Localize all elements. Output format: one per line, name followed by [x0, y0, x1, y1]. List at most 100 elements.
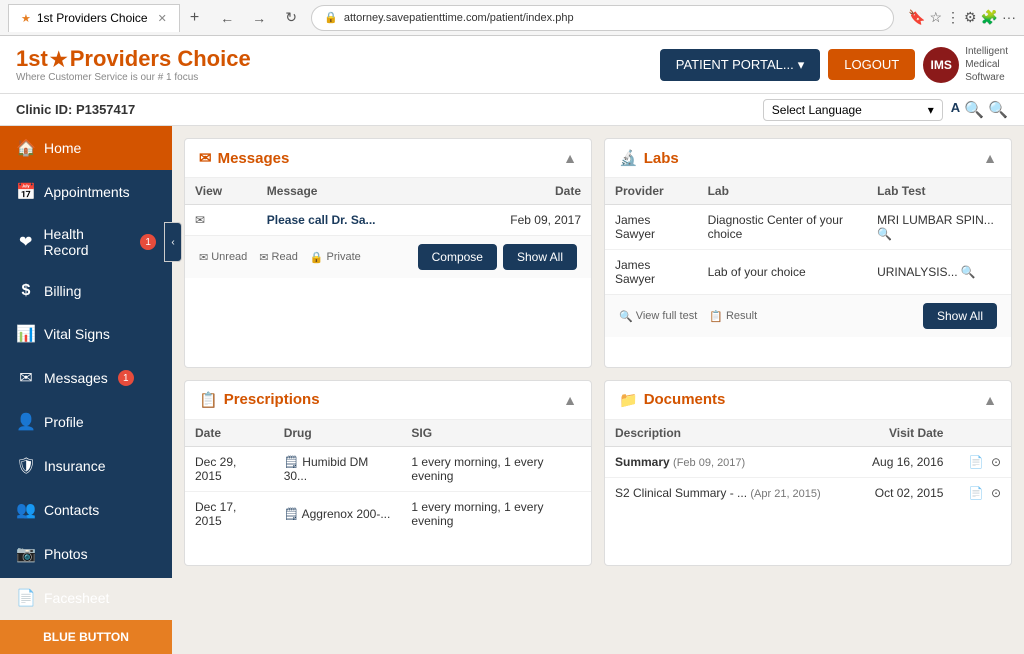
documents-collapse-btn[interactable]: ▲	[983, 392, 997, 408]
table-row: Dec 17, 2015 🗒 Aggrenox 200-... 1 every …	[185, 491, 591, 536]
private-link[interactable]: 🔒 Private	[310, 251, 361, 264]
text-size-icon[interactable]: A	[951, 100, 960, 120]
blue-button-label: BLUE BUTTON	[43, 630, 129, 644]
lab-provider-1: James Sawyer	[605, 205, 698, 250]
clinic-right: Select Language ▾ A 🔍 🔍	[763, 99, 1008, 121]
rx-col-sig: SIG	[401, 420, 591, 447]
documents-card-title: 📁 Documents	[619, 391, 725, 409]
refresh-btn[interactable]: ↻	[277, 4, 305, 32]
prescriptions-card-title: 📋 Prescriptions	[199, 391, 320, 409]
user-icon: 👤	[16, 412, 36, 432]
tab-title: 1st Providers Choice	[37, 11, 148, 25]
more-btn[interactable]: ···	[1002, 9, 1016, 26]
labs-title-icon: 🔬	[619, 149, 638, 167]
main-layout: 🏠 Home 📅 Appointments ❤ Health Record 1 …	[0, 126, 1024, 578]
dropdown-chevron-icon: ▾	[798, 57, 805, 73]
tab-close[interactable]: ✕	[158, 12, 167, 25]
sidebar-item-health-record[interactable]: ❤ Health Record 1 ‹	[0, 214, 172, 270]
address-bar[interactable]: 🔒 attorney.savepatienttime.com/patient/i…	[311, 5, 894, 31]
labs-footer-links: 🔍 View full test 📋 Result	[619, 310, 757, 323]
clinic-id: Clinic ID: P1357417	[16, 102, 135, 117]
rx-drug-2: 🗒 Aggrenox 200-...	[274, 491, 402, 536]
labs-title-text: Labs	[644, 150, 679, 167]
search-icon: 🔍	[619, 310, 633, 323]
sidebar-collapse-btn[interactable]: ‹	[164, 222, 182, 262]
blue-button[interactable]: BLUE BUTTON	[0, 620, 172, 654]
chevron-down-icon: ▾	[928, 103, 934, 117]
sidebar-item-messages[interactable]: ✉ Messages 1	[0, 356, 172, 400]
doc-col-description: Description	[605, 420, 853, 447]
rx-icon: 🗒	[284, 507, 299, 521]
doc-visit-date-1: Aug 16, 2016	[853, 446, 953, 477]
sidebar-item-vital-signs[interactable]: 📊 Vital Signs	[0, 312, 172, 356]
result-link[interactable]: 📋 Result	[709, 310, 757, 323]
search-icon[interactable]: 🔍	[961, 265, 976, 279]
labs-table: Provider Lab Lab Test James Sawyer Diagn…	[605, 178, 1011, 294]
menu-btn[interactable]: ⋮	[946, 9, 960, 26]
eye-icon[interactable]: ⊙	[991, 486, 1001, 500]
table-row: Summary (Feb 09, 2017) Aug 16, 2016 📄 ⊙	[605, 446, 1011, 477]
global-search-icon[interactable]: 🔍	[988, 100, 1008, 120]
search-icons: A 🔍 🔍	[951, 100, 1008, 120]
prescriptions-card-header: 📋 Prescriptions ▲	[185, 381, 591, 420]
health-record-badge: 1	[140, 234, 156, 250]
heart-icon: ❤	[16, 232, 35, 252]
message-date: Feb 09, 2017	[453, 205, 591, 236]
sidebar-item-home[interactable]: 🏠 Home	[0, 126, 172, 170]
envelope-open-icon: ✉	[259, 251, 268, 264]
document-icon[interactable]: 📄	[969, 486, 984, 500]
header-right: PATIENT PORTAL... ▾ LOGOUT IMS Intellige…	[660, 45, 1008, 84]
messages-collapse-btn[interactable]: ▲	[563, 150, 577, 166]
messages-show-all-button[interactable]: Show All	[503, 244, 577, 270]
prescriptions-collapse-btn[interactable]: ▲	[563, 392, 577, 408]
doc-actions-1: 📄 ⊙	[953, 446, 1011, 477]
messages-card-title: ✉ Messages	[199, 149, 289, 167]
document-icon[interactable]: 📄	[969, 455, 984, 469]
logo-name-part: 1st	[16, 46, 48, 72]
search-icon[interactable]: 🔍	[964, 100, 984, 120]
messages-card-footer: ✉ Unread ✉ Read 🔒 Private Compose	[185, 235, 591, 278]
labs-collapse-btn[interactable]: ▲	[983, 150, 997, 166]
language-select[interactable]: Select Language ▾	[763, 99, 943, 121]
lab-lab-2: Lab of your choice	[698, 250, 868, 295]
sidebar-item-photos[interactable]: 📷 Photos	[0, 532, 172, 576]
sidebar: 🏠 Home 📅 Appointments ❤ Health Record 1 …	[0, 126, 172, 578]
dollar-icon: $	[16, 282, 36, 300]
logout-label: LOGOUT	[844, 57, 899, 72]
compose-button[interactable]: Compose	[418, 244, 497, 270]
settings-btn[interactable]: ⚙	[964, 9, 977, 26]
back-btn[interactable]: ←	[213, 4, 241, 32]
sidebar-item-appointments[interactable]: 📅 Appointments	[0, 170, 172, 214]
camera-icon: 📷	[16, 544, 36, 564]
view-full-test-link[interactable]: 🔍 View full test	[619, 310, 697, 323]
message-text[interactable]: Please call Dr. Sa...	[257, 205, 453, 236]
extensions-btn[interactable]: 🧩	[981, 9, 998, 26]
sidebar-item-facesheet[interactable]: 📄 Facesheet	[0, 576, 172, 620]
chart-icon: 📊	[16, 324, 36, 344]
documents-card-header: 📁 Documents ▲	[605, 381, 1011, 420]
unread-link[interactable]: ✉ Unread	[199, 251, 247, 264]
read-link[interactable]: ✉ Read	[259, 251, 298, 264]
browser-tab[interactable]: ★ 1st Providers Choice ✕	[8, 4, 180, 32]
logo: 1st★Providers Choice Where Customer Serv…	[16, 46, 251, 83]
logout-button[interactable]: LOGOUT	[828, 49, 915, 80]
sidebar-item-profile[interactable]: 👤 Profile	[0, 400, 172, 444]
sidebar-item-billing[interactable]: $ Billing	[0, 270, 172, 312]
bookmark-btn[interactable]: 🔖	[908, 9, 925, 26]
rx-icon: 🗒	[284, 455, 299, 469]
sidebar-item-label: Insurance	[44, 458, 105, 474]
rx-date-2: Dec 17, 2015	[185, 491, 274, 536]
lock-icon: 🔒	[310, 251, 324, 264]
eye-icon[interactable]: ⊙	[991, 455, 1001, 469]
forward-btn[interactable]: →	[245, 4, 273, 32]
rx-col-drug: Drug	[274, 420, 402, 447]
star-btn[interactable]: ☆	[929, 9, 942, 26]
lab-provider-2: James Sawyer	[605, 250, 698, 295]
documents-title-icon: 📁	[619, 391, 638, 409]
sidebar-item-insurance[interactable]: 🛡 Insurance	[0, 444, 172, 488]
sidebar-item-contacts[interactable]: 👥 Contacts	[0, 488, 172, 532]
patient-portal-button[interactable]: PATIENT PORTAL... ▾	[660, 49, 821, 81]
search-icon[interactable]: 🔍	[877, 227, 892, 241]
labs-show-all-button[interactable]: Show All	[923, 303, 997, 329]
new-tab-btn[interactable]: +	[190, 9, 199, 27]
